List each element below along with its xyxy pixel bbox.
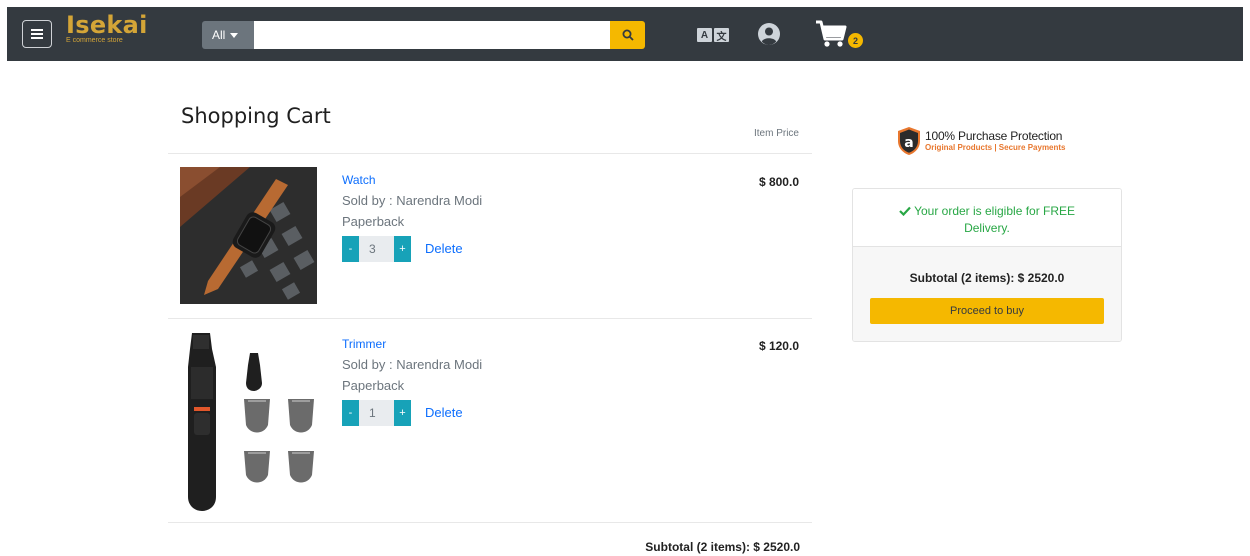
quantity-stepper: - 3 +: [342, 236, 411, 262]
search-icon: [622, 29, 634, 41]
quantity-stepper: - 1 +: [342, 400, 411, 426]
checkout-card: Your order is eligible for FREE Delivery…: [852, 188, 1122, 342]
cart-icon[interactable]: [815, 19, 849, 54]
free-delivery-notice: Your order is eligible for FREE Delivery…: [853, 189, 1121, 247]
check-icon: [899, 206, 911, 217]
delete-item-link[interactable]: Delete: [425, 405, 463, 420]
increase-quantity-button[interactable]: +: [394, 400, 411, 426]
trimmer-product-image[interactable]: [178, 327, 320, 513]
page-title: Shopping Cart: [181, 104, 331, 128]
decrease-quantity-button[interactable]: -: [342, 400, 359, 426]
search-bar: All: [202, 21, 645, 49]
user-circle-icon: [758, 23, 780, 45]
protection-subtitle: Original Products | Secure Payments: [925, 142, 1066, 152]
proceed-to-buy-button[interactable]: Proceed to buy: [870, 298, 1104, 324]
brand-logo[interactable]: Isekai E commerce store: [66, 12, 148, 45]
product-format: Paperback: [342, 378, 405, 393]
search-category-label: All: [212, 28, 226, 42]
product-name-link[interactable]: Watch: [342, 173, 376, 187]
brand-name: Isekai: [66, 11, 148, 39]
product-price: $ 120.0: [758, 339, 799, 353]
divider: [168, 522, 812, 523]
language-right-glyph: 文: [714, 28, 729, 43]
cart-subtotal: Subtotal (2 items): $ 2520.0: [645, 540, 800, 554]
product-format: Paperback: [342, 214, 405, 229]
delete-item-link[interactable]: Delete: [425, 241, 463, 256]
shield-icon: a: [898, 127, 920, 155]
quantity-field[interactable]: 3: [359, 236, 394, 262]
menu-icon: [31, 29, 43, 31]
watch-product-image[interactable]: [180, 167, 317, 304]
caret-down-icon: [230, 32, 239, 38]
product-seller: Sold by : Narendra Modi: [342, 357, 483, 372]
menu-icon-line: [31, 37, 43, 39]
language-icon[interactable]: A 文: [697, 28, 731, 43]
search-button[interactable]: [610, 21, 645, 49]
menu-icon-line: [31, 33, 43, 35]
search-input[interactable]: [254, 21, 610, 49]
shopping-cart-icon: [816, 20, 847, 47]
product-price: $ 800.0: [758, 175, 799, 189]
user-account-icon[interactable]: [757, 22, 781, 51]
free-delivery-wrap: Your order is eligible for FREE Delivery…: [887, 203, 1087, 237]
cart-count-badge: 2: [848, 33, 863, 48]
purchase-protection-banner: a 100% Purchase Protection Original Prod…: [897, 126, 1066, 156]
item-price-header: Item Price: [753, 128, 799, 139]
search-category-dropdown[interactable]: All: [202, 21, 254, 49]
top-navbar: Isekai E commerce store All A 文 2: [7, 7, 1243, 61]
divider: [168, 318, 812, 319]
protection-title: 100% Purchase Protection: [925, 128, 1063, 143]
free-delivery-text: Your order is eligible for FREE Delivery…: [914, 204, 1076, 235]
sidebar-subtotal: Subtotal (2 items): $ 2520.0: [909, 271, 1065, 285]
checkout-summary: Subtotal (2 items): $ 2520.0 Proceed to …: [853, 247, 1121, 341]
menu-toggle-button[interactable]: [22, 20, 52, 48]
protection-logo-letter: a: [904, 135, 913, 151]
product-name-link[interactable]: Trimmer: [342, 337, 386, 351]
language-left-glyph: A: [697, 28, 712, 42]
decrease-quantity-button[interactable]: -: [342, 236, 359, 262]
increase-quantity-button[interactable]: +: [394, 236, 411, 262]
quantity-field[interactable]: 1: [359, 400, 394, 426]
divider: [168, 153, 812, 154]
product-seller: Sold by : Narendra Modi: [342, 193, 483, 208]
